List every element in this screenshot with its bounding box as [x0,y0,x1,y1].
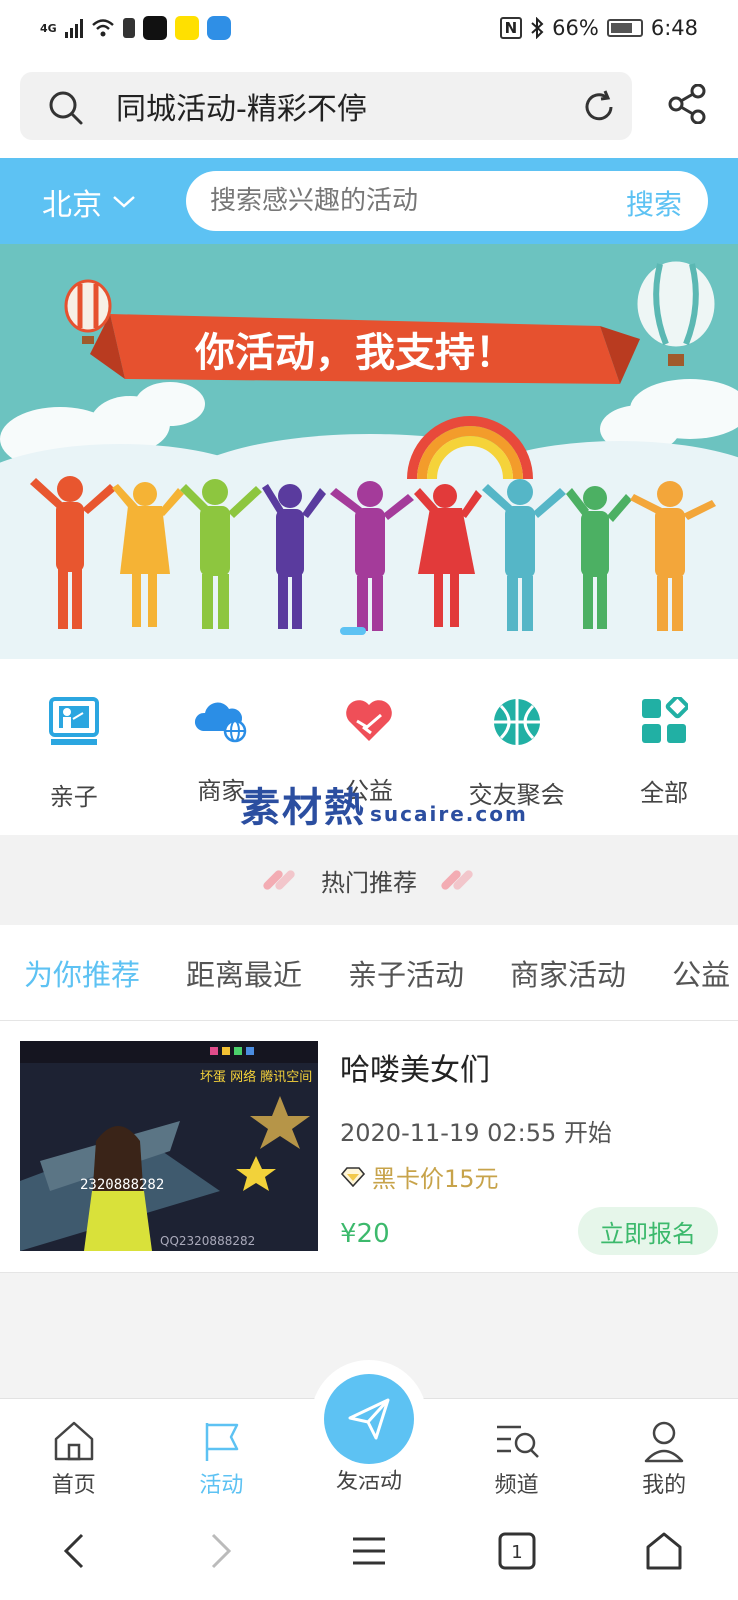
tab-merchant[interactable]: 商家活动 [510,952,626,994]
category-parent-child[interactable]: 亲子 [0,659,148,835]
status-bar: 4G N 66% 6:48 [0,0,738,56]
bluetooth-icon [531,17,544,39]
clock: 6:48 [650,16,698,40]
all-grid-icon [642,697,689,743]
sim-icon [122,18,135,38]
share-icon[interactable] [668,84,706,124]
home-outline-icon [646,1532,682,1570]
hot-title: 热门推荐 [321,868,417,897]
nav-label: 频道 [494,1473,539,1498]
browser-toolbar: 同城活动-精彩不停 [0,56,738,158]
vip-price: 黑卡价15元 [372,1165,499,1193]
nav-label: 活动 [199,1473,244,1498]
flag-icon [206,1423,239,1461]
banner-indicator [340,627,366,635]
banner-slogan: 你活动，我支持！ [194,330,515,376]
hot-section-header: 热门推荐 [0,835,738,925]
city-search-bar: 北京 搜索 [0,158,738,244]
activity-price: ¥20 [340,1219,390,1249]
activity-thumbnail: 坏蛋 网络 腾讯空间 2320888282 QQ2320888282 [20,1041,318,1251]
activity-start-time: 2020-11-19 02:55 开始 [340,1119,612,1147]
signup-button[interactable]: 立即报名 [578,1207,718,1255]
nav-channel[interactable]: 频道 [443,1399,591,1502]
decor-left-icon [261,868,297,892]
watermark: 素材熱 sucaire.com [240,775,528,833]
nav-home[interactable]: 首页 [0,1399,148,1502]
publish-button[interactable] [324,1374,414,1464]
send-icon [348,1398,390,1440]
activity-search-input[interactable] [210,181,590,221]
tab-charity[interactable]: 公益 [672,952,730,994]
filter-tabs: 为你推荐 距离最近 亲子活动 商家活动 公益 [0,925,738,1021]
forward-button[interactable] [191,1521,251,1581]
svg-text:1: 1 [511,1542,522,1563]
channel-search-icon [496,1425,539,1458]
category-label: 商家 [197,777,246,805]
tab-nearest[interactable]: 距离最近 [186,952,302,994]
app-screen: 4G N 66% 6:48 同城活动-精彩不停 北京 搜索感兴趣的活动 搜索 你… [0,0,738,1600]
menu-icon [352,1537,385,1565]
forward-arrow-icon [212,1533,232,1569]
watermark-text: 素材熱 [240,785,366,831]
activity-title: 哈喽美女们 [340,1053,490,1088]
merchant-cloud-icon [195,702,247,743]
back-arrow-icon [63,1533,83,1569]
tab-count-icon: 1 [498,1532,536,1570]
decor-right-icon [439,868,475,892]
back-button[interactable] [44,1521,104,1581]
vip-price-row: 黑卡价15元 [340,1159,499,1194]
category-all[interactable]: 全部 [590,659,738,835]
activity-search-box: 搜索 [186,171,708,231]
promo-banner[interactable]: 你活动，我支持！ [0,244,738,659]
user-icon [644,1421,684,1463]
thumb-qq: QQ2320888282 [160,1234,255,1248]
battery-percent: 66% [552,16,599,40]
nfc-icon: N [499,17,523,39]
city-selector[interactable]: 北京 [42,180,136,224]
tabs-button[interactable]: 1 [487,1521,547,1581]
diamond-icon [340,1166,366,1187]
nav-label: 首页 [51,1473,96,1498]
address-bar[interactable]: 同城活动-精彩不停 [20,72,632,140]
search-icon [49,91,83,125]
wifi-icon [91,19,114,37]
network-type: 4G [40,21,57,35]
nav-activity[interactable]: 活动 [148,1399,296,1502]
thumb-number: 2320888282 [80,1177,164,1193]
reload-icon[interactable] [580,88,618,126]
thumb-header-text: 坏蛋 网络 腾讯空间 [200,1069,312,1085]
watermark-domain: sucaire.com [370,802,528,826]
system-nav-bar: 1 [0,1502,738,1600]
capcut-app-icon [142,16,167,40]
social-ball-icon [493,699,540,745]
parent-child-icon [48,697,99,745]
city-label: 北京 [42,188,102,223]
battery-icon [606,19,643,37]
activity-card[interactable]: 坏蛋 网络 腾讯空间 2320888282 QQ2320888282 哈喽美女们… [0,1021,738,1273]
xianyu-app-icon [174,16,199,40]
menu-button[interactable] [339,1521,399,1581]
tab-recommended[interactable]: 为你推荐 [24,952,140,994]
tab-parent-child[interactable]: 亲子活动 [348,952,464,994]
charity-heart-icon [346,700,392,741]
home-button[interactable] [634,1521,694,1581]
page-title: 同城活动-精彩不停 [116,92,367,127]
search-button[interactable]: 搜索 [626,183,682,223]
category-label: 亲子 [49,783,98,811]
cloud-app-icon [206,16,231,40]
home-icon [54,1421,94,1461]
nav-profile[interactable]: 我的 [590,1399,738,1502]
chevron-down-icon [113,196,135,208]
category-label: 全部 [640,779,689,807]
nav-label: 我的 [642,1473,687,1498]
signal-icon [64,18,83,38]
